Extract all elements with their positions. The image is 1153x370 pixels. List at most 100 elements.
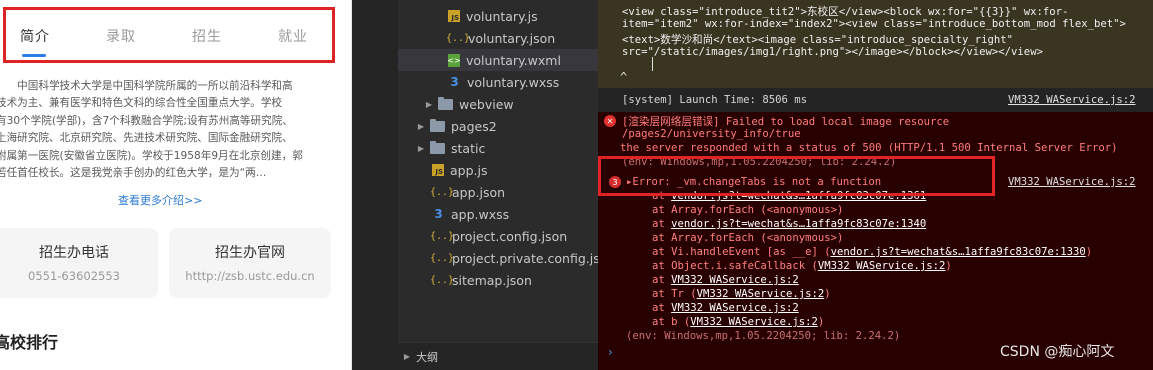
file-item-selected[interactable]: <> voluntary.wxml — [398, 49, 598, 71]
file-explorer: JS voluntary.js {..} voluntary.json <> v… — [398, 0, 600, 370]
console-input-prompt[interactable]: › — [608, 345, 613, 359]
json-file-icon: {..} — [430, 274, 455, 286]
error-highlight-box — [598, 156, 995, 196]
json-file-icon: {..} — [430, 252, 455, 264]
source-link[interactable]: VM332 WAService.js:2 — [1008, 94, 1136, 106]
file-label: app.js — [450, 162, 488, 178]
folder-item[interactable]: ▶ webview — [398, 93, 598, 115]
chevron-right-icon[interactable]: ▶ — [424, 100, 434, 109]
render-error-line: the server responded with a status of 50… — [620, 142, 1118, 154]
intro-line: 中国科学技术大学是中国科学院所属的一所以前沿科学和高 — [0, 80, 293, 92]
stack-frame-link[interactable]: VM332 WAService.js:2 — [671, 274, 799, 286]
file-label: sitemap.json — [452, 272, 532, 288]
wxml-code-view[interactable]: <view class="introduce_tit2">东校区</view><… — [598, 0, 1153, 88]
error-icon: ✕ — [604, 115, 616, 127]
stack-frame: at Array.forEach (<anonymous>) — [652, 204, 843, 216]
file-item[interactable]: JS voluntary.js — [398, 5, 598, 27]
stack-frame-text: at — [652, 218, 672, 230]
render-error-line: [渲染层网络层错误] Failed to load local image re… — [622, 116, 950, 128]
stack-frame-text: ) — [817, 316, 825, 328]
console-log-row: [system] Launch Time: 8506 ms VM332 WASe… — [598, 88, 1153, 112]
file-item[interactable]: JS app.js — [398, 159, 598, 181]
ranking-section-title: 高校排行 — [0, 333, 59, 352]
file-label: project.private.config.js — [452, 250, 600, 266]
editor-gutter — [352, 0, 398, 370]
render-error-line: /pages2/university_info/true — [622, 128, 801, 140]
stack-frame-link[interactable]: VM332 WAService.js:2 — [671, 302, 799, 314]
file-label: voluntary.wxml — [466, 52, 561, 68]
intro-line: 上海研究院、北京研究院、先进技术研究院、国际金融研究院、 — [0, 132, 293, 145]
stack-frame: at VM332 WAService.js:2 — [652, 302, 799, 314]
stack-frame-link[interactable]: vendor.js?t=wechat&s…1affa9fc83c07e:1330 — [831, 246, 1086, 258]
code-line: <text>数学沙和尚</text><image class="introduc… — [622, 34, 1014, 46]
file-item[interactable]: {..} project.config.json — [398, 225, 598, 247]
chevron-right-icon[interactable]: ▶ — [416, 122, 426, 131]
file-item[interactable]: 3 app.wxss — [398, 203, 598, 225]
text-cursor — [652, 57, 653, 71]
stack-frame-link[interactable]: vendor.js?t=wechat&s…1affa9fc83c07e:1340 — [671, 218, 926, 230]
admission-website-card[interactable]: 招生办官网 htttp://zsb.ustc.edu.cn — [169, 228, 331, 298]
error-position-caret: ^ — [620, 70, 628, 84]
folder-icon — [438, 96, 453, 110]
stack-frame-text: ) — [1085, 246, 1093, 258]
intro-line: 有30个学院(学部)，含7个科教融合学院;设有苏州高等研究院、 — [0, 114, 293, 127]
code-line: item="item2" wx:for-index="index2"><view… — [622, 18, 1126, 30]
see-more-link[interactable]: 查看更多介绍>> — [118, 192, 202, 208]
file-item[interactable]: {..} project.private.config.js — [398, 247, 600, 269]
card-value: 0551-63602553 — [28, 269, 120, 283]
stack-frame-text: at — [652, 274, 672, 286]
chevron-right-icon[interactable]: ▶ — [402, 352, 412, 361]
outline-panel-header[interactable]: ▶ 大纲 — [398, 342, 598, 370]
stack-frame: at b (VM332 WAService.js:2) — [652, 316, 824, 328]
folder-item[interactable]: ▶ pages2 — [398, 115, 598, 137]
admission-phone-card[interactable]: 招生办电话 0551-63602553 — [0, 228, 158, 298]
mobile-preview: 简介 录取 招生 就业 中国科学技术大学是中国科学院所属的一所以前沿科学和高 技… — [0, 0, 352, 370]
wxss-file-icon: 3 — [450, 75, 459, 89]
file-item[interactable]: {..} voluntary.json — [398, 27, 598, 49]
console-panel: [system] Launch Time: 8506 ms VM332 WASe… — [598, 88, 1153, 370]
stack-frame-text: ) — [945, 260, 952, 272]
folder-item[interactable]: ▶ static — [398, 137, 598, 159]
folder-label: webview — [459, 96, 514, 112]
card-title: 招生办官网 — [215, 245, 285, 261]
file-label: app.json — [452, 184, 506, 200]
intro-line: 若任首任校长。这是我党亲手创办的红色大学，是为“两… — [0, 166, 267, 179]
stack-frame: at Tr (VM332 WAService.js:2) — [652, 288, 831, 300]
file-label: app.wxss — [451, 206, 510, 222]
file-item[interactable]: {..} sitemap.json — [398, 269, 598, 291]
stack-frame-text: at — [652, 302, 672, 314]
folder-label: static — [451, 140, 486, 156]
file-label: project.config.json — [452, 228, 568, 244]
card-value: htttp://zsb.ustc.edu.cn — [185, 269, 315, 283]
intro-text: 中国科学技术大学是中国科学院所属的一所以前沿科学和高 技术为主、兼有医学和特色文… — [0, 78, 338, 182]
stack-frame-text: at b ( — [652, 316, 691, 328]
file-label: voluntary.json — [468, 30, 556, 46]
launch-time-text: [system] Launch Time: 8506 ms — [622, 94, 807, 106]
js-file-icon: JS — [448, 10, 460, 22]
json-file-icon: {..} — [430, 230, 455, 242]
intro-line: 技术为主、兼有医学和特色文科的综合性全国重点大学。学校 — [0, 97, 283, 110]
tab-bar-highlight-box — [3, 7, 335, 63]
stack-frame: at vendor.js?t=wechat&s…1affa9fc83c07e:1… — [652, 218, 926, 230]
stack-frame-link[interactable]: VM332 WAService.js:2 — [690, 316, 818, 328]
stack-frame-text: at Object.i.safeCallback ( — [652, 260, 818, 272]
folder-label: pages2 — [451, 118, 497, 134]
file-item[interactable]: 3 voluntary.wxss — [398, 71, 598, 93]
stack-frame: at Vi.handleEvent [as __e] (vendor.js?t=… — [652, 246, 1092, 258]
stack-frame-text: at Vi.handleEvent [as __e] ( — [652, 246, 831, 258]
code-line: <view class="introduce_tit2">东校区</view><… — [622, 6, 1069, 18]
file-label: voluntary.wxss — [467, 74, 560, 90]
stack-frame-link[interactable]: VM332 WAService.js:2 — [818, 260, 946, 272]
code-line: src="/static/images/img1/right.png"></im… — [622, 46, 1043, 58]
stack-frame-text: at Array.forEach (<anonymous>) — [652, 232, 844, 244]
stack-frame: at VM332 WAService.js:2 — [652, 274, 799, 286]
stack-frame-link[interactable]: VM332 WAService.js:2 — [697, 288, 825, 300]
folder-icon — [430, 118, 445, 132]
js-file-icon: JS — [432, 164, 444, 176]
file-item[interactable]: {..} app.json — [398, 181, 598, 203]
watermark: CSDN @痴心阿文 — [1000, 344, 1115, 360]
folder-icon — [430, 140, 445, 154]
stack-frame-text: at Tr ( — [652, 288, 697, 300]
source-link[interactable]: VM332 WAService.js:2 — [1008, 176, 1136, 188]
chevron-right-icon[interactable]: ▶ — [416, 144, 426, 153]
